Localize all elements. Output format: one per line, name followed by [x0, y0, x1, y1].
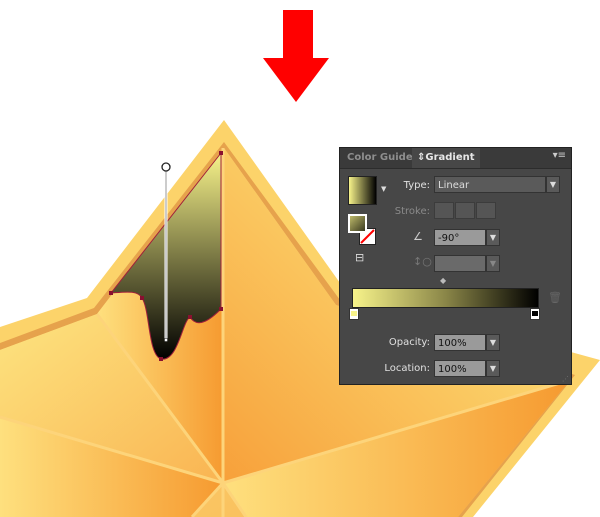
tab-color-guide[interactable]: Color Guide: [342, 148, 418, 168]
type-dropdown-icon[interactable]: ▼: [546, 176, 560, 193]
down-arrow: [263, 10, 329, 102]
opacity-input[interactable]: 100%: [434, 334, 486, 351]
gradient-stop-end[interactable]: [530, 308, 540, 320]
stroke-label: Stroke:: [394, 206, 430, 217]
tab-gradient[interactable]: ⇕Gradient: [412, 148, 480, 168]
location-dropdown-icon[interactable]: ▼: [486, 360, 500, 377]
gradient-stop-start[interactable]: [349, 308, 359, 320]
resize-grip-icon[interactable]: ⋰: [562, 375, 569, 383]
fill-swatch[interactable]: [348, 214, 367, 233]
tab-gradient-label: Gradient: [425, 152, 475, 163]
gradient-panel: Color Guide ⇕Gradient ▾≡ ▼ ⊟ Type: Linea…: [339, 147, 572, 385]
midpoint-diamond-icon[interactable]: ◆: [440, 276, 446, 285]
delete-stop-icon[interactable]: 🗑: [548, 291, 562, 304]
stroke-across-icon[interactable]: [476, 202, 496, 219]
stroke-within-icon[interactable]: [434, 202, 454, 219]
stroke-along-icon[interactable]: [455, 202, 475, 219]
angle-input[interactable]: -90°: [434, 229, 486, 246]
type-label: Type:: [403, 180, 430, 191]
aspect-ratio-icon: ↕○: [413, 255, 432, 268]
location-label: Location:: [384, 363, 430, 374]
opacity-dropdown-icon[interactable]: ▼: [486, 334, 500, 351]
location-input[interactable]: 100%: [434, 360, 486, 377]
aspect-ratio-input[interactable]: [434, 255, 486, 272]
panel-tabs: Color Guide ⇕Gradient ▾≡: [340, 148, 571, 169]
opacity-label: Opacity:: [388, 337, 430, 348]
type-select[interactable]: Linear: [434, 176, 546, 193]
angle-dropdown-icon[interactable]: ▼: [486, 229, 500, 246]
reverse-gradient-icon[interactable]: ⊟: [355, 251, 364, 264]
panel-menu-icon[interactable]: ▾≡: [553, 150, 566, 161]
gradient-slider[interactable]: [352, 288, 539, 308]
aspect-dropdown-icon[interactable]: ▼: [486, 255, 500, 272]
angle-icon: ∠: [413, 230, 423, 243]
